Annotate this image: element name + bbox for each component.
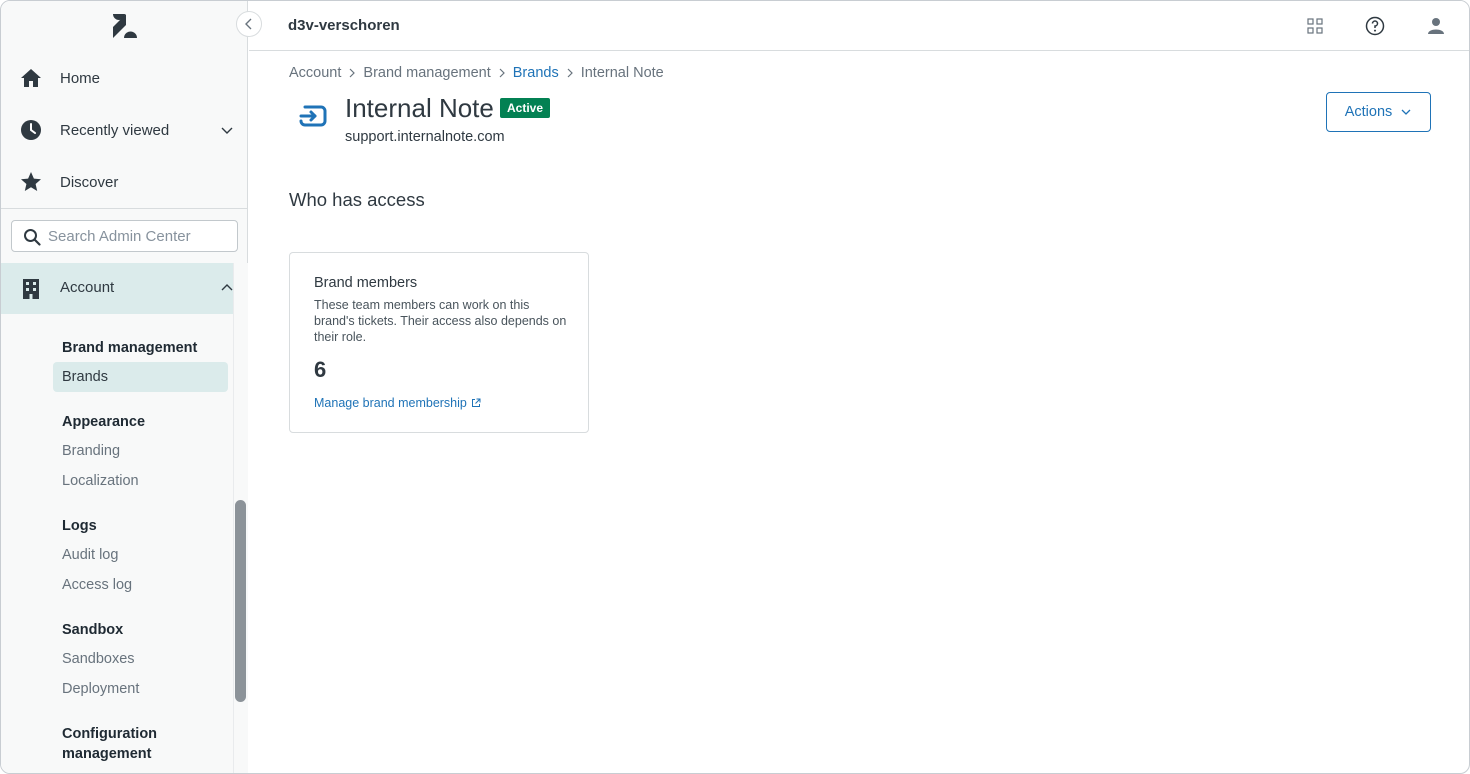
sidebar-item-recently-viewed[interactable]: Recently viewed [1, 104, 248, 156]
brand-logo-icon [299, 105, 327, 127]
nav-item-branding[interactable]: Branding [62, 443, 120, 459]
app-window: Home Recently viewed Discover Search Adm… [0, 0, 1470, 774]
manage-membership-link[interactable]: Manage brand membership [314, 396, 481, 410]
actions-label: Actions [1344, 104, 1393, 120]
top-header: d3v-verschoren [249, 1, 1469, 51]
search-input[interactable] [48, 226, 232, 246]
sidebar-scroll-thumb[interactable] [235, 500, 246, 702]
breadcrumb-current: Internal Note [580, 65, 664, 81]
chevron-right-icon [559, 66, 581, 80]
collapse-sidebar-button[interactable] [236, 11, 262, 37]
nav-group-brand-management: Brand management [62, 340, 198, 356]
search-icon [24, 229, 41, 246]
chevron-right-icon [491, 66, 513, 80]
sidebar-item-label: Discover [60, 173, 119, 191]
chevron-right-icon [341, 66, 363, 80]
sidebar-item-discover[interactable]: Discover [1, 156, 248, 208]
nav-group-logs: Logs [62, 518, 97, 534]
building-icon [23, 279, 39, 299]
apps-grid-icon[interactable] [1303, 14, 1327, 38]
actions-button[interactable]: Actions [1326, 92, 1431, 132]
nav-item-deployment[interactable]: Deployment [62, 681, 139, 697]
sidebar-item-label: Recently viewed [60, 121, 170, 139]
card-description: These team members can work on this bran… [314, 298, 567, 344]
brand-members-card: Brand members These team members can wor… [289, 252, 589, 433]
section-title: Who has access [289, 189, 425, 210]
nav-item-localization[interactable]: Localization [62, 473, 139, 489]
clock-icon [21, 120, 41, 140]
star-icon [21, 172, 41, 191]
zendesk-logo[interactable] [109, 11, 141, 41]
breadcrumb-account[interactable]: Account [289, 65, 341, 81]
sidebar: Home Recently viewed Discover Search Adm… [1, 1, 248, 773]
search-box[interactable] [11, 220, 238, 252]
page-title: Internal Note [345, 93, 494, 123]
nav-group-appearance: Appearance [62, 414, 146, 430]
nav-item-brands[interactable]: Brands [62, 369, 108, 385]
nav-item-audit-log[interactable]: Audit log [62, 547, 118, 563]
chevron-left-icon [245, 18, 252, 30]
external-link-icon [471, 398, 481, 407]
nav-group-configuration: Configuration [62, 726, 158, 742]
breadcrumb-brands[interactable]: Brands [513, 65, 559, 81]
chevron-down-icon[interactable] [220, 123, 234, 137]
card-title: Brand members [314, 275, 418, 291]
sidebar-divider [1, 208, 248, 209]
breadcrumb: Account Brand management Brands Internal… [289, 65, 664, 81]
sidebar-item-label: Home [60, 69, 101, 87]
chevron-down-icon [1401, 109, 1411, 115]
sidebar-item-label: Account [60, 279, 115, 296]
user-icon[interactable] [1424, 14, 1448, 38]
account-subnav: Brand management Brands Appearance Brand… [1, 314, 233, 773]
sidebar-item-account[interactable]: Account [1, 263, 233, 314]
sidebar-item-home[interactable]: Home [1, 52, 248, 104]
member-count: 6 [314, 357, 327, 382]
home-icon [21, 69, 41, 87]
brand-subdomain: support.internalnote.com [345, 129, 505, 145]
status-badge: Active [500, 98, 551, 118]
nav-item-access-log[interactable]: Access log [62, 577, 132, 593]
breadcrumb-brand-management[interactable]: Brand management [363, 65, 490, 81]
chevron-up-icon[interactable] [220, 281, 234, 295]
nav-item-sandboxes[interactable]: Sandboxes [62, 651, 135, 667]
help-icon[interactable] [1363, 14, 1387, 38]
nav-group-configuration-line2: management [62, 746, 152, 762]
nav-group-sandbox: Sandbox [62, 622, 124, 638]
account-name: d3v-verschoren [288, 17, 400, 34]
link-label: Manage brand membership [314, 396, 467, 410]
